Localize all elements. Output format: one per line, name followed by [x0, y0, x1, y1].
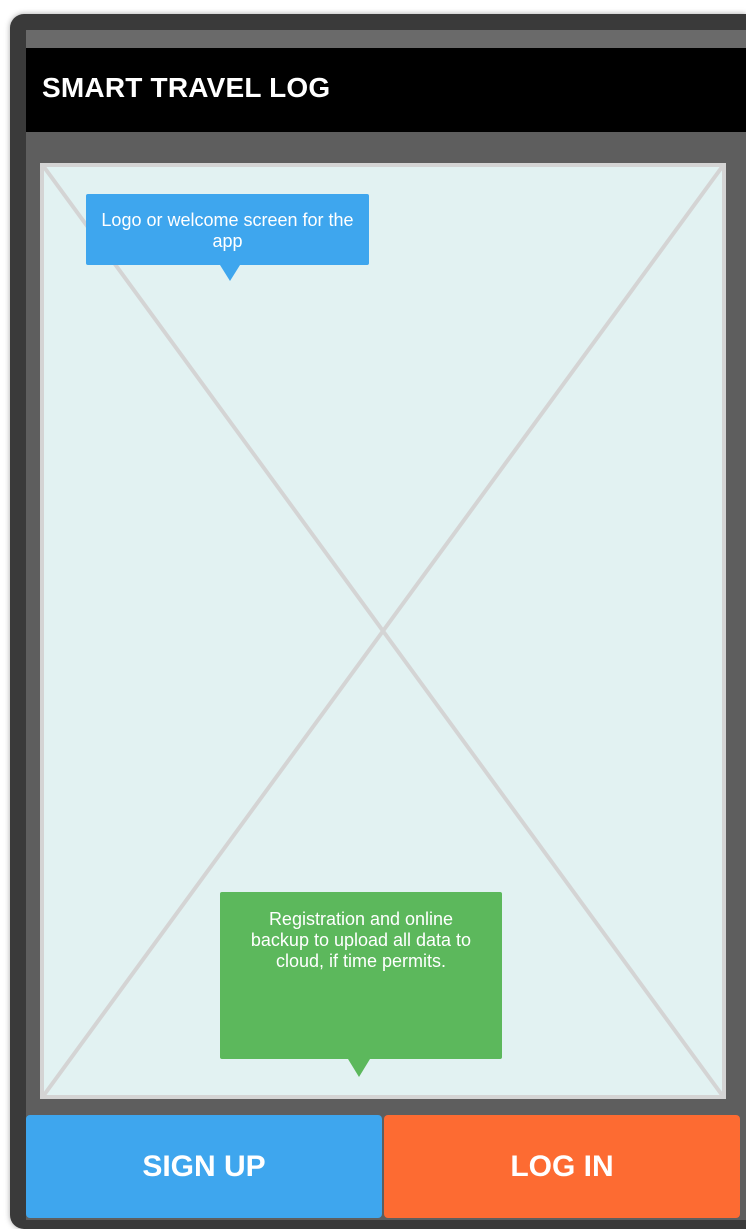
sign-up-button[interactable]: SIGN UP	[26, 1115, 382, 1218]
backup-annotation-note: Registration and online backup to upload…	[220, 892, 502, 1077]
log-in-button[interactable]: LOG IN	[384, 1115, 740, 1218]
status-bar	[26, 30, 746, 48]
app-title: SMART TRAVEL LOG	[42, 72, 331, 103]
logo-annotation-note: Logo or welcome screen for the app	[86, 194, 369, 281]
app-header: SMART TRAVEL LOG	[26, 48, 746, 132]
app-screen: SMART TRAVEL LOG Logo or welcome screen …	[26, 30, 746, 1220]
